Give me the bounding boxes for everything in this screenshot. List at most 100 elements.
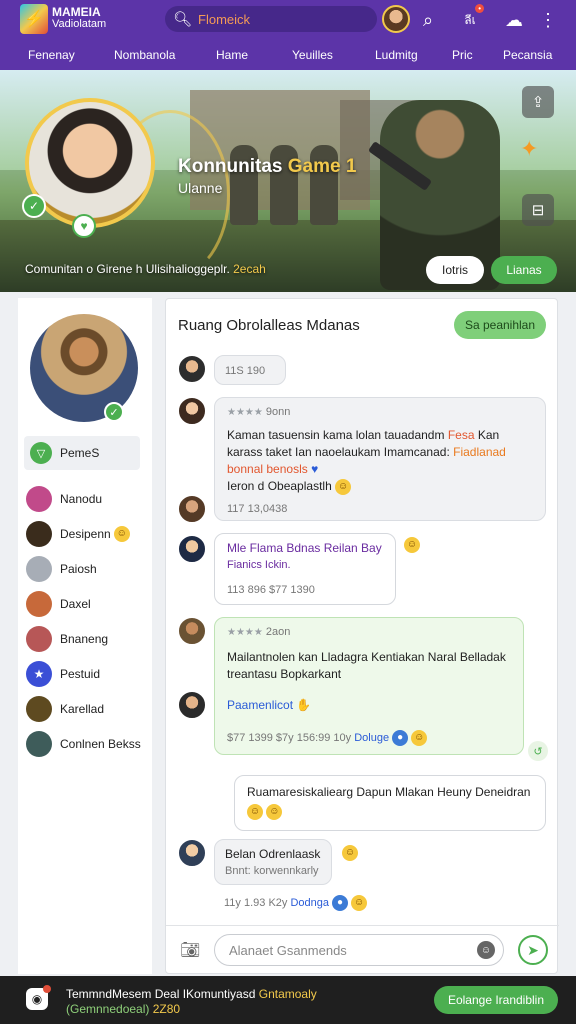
message-time: 9onn [265,406,291,418]
sidebar-member-item[interactable]: Desipenn ☺ [26,521,130,547]
member-avatar [26,731,52,757]
camera-icon[interactable]: 📷︎ [180,940,202,960]
bookmark-icon[interactable]: ⊟ [522,194,554,226]
message-meta: 11S 190 [225,365,266,377]
alert-dot [43,985,51,993]
sidebar-member-item[interactable]: Bnaneng [26,626,108,652]
globe-emoji-icon: ● [332,895,349,911]
member-avatar [26,626,52,652]
nav-item[interactable]: Pecansia [503,48,552,62]
chat-title: Ruang Obrolalleas Mdanas [178,317,360,334]
search-text: Flomeick [198,11,251,27]
rating-stars: ★★★★ [227,627,263,638]
message-link[interactable]: Paamenlicot [227,698,293,712]
fire-icon: ✦ [520,136,539,161]
bottom-promo-bar: ◉ TemmndMesem Deal IKomuntiyasd Gntamoal… [0,976,576,1024]
brand-line1: MAMEIA [52,5,101,19]
member-name: Conlnen Bekss [60,737,141,751]
sidebar-member-item[interactable]: Conlnen Bekss [26,731,141,757]
sidebar-member-item[interactable]: Paiosh [26,556,97,582]
title-main: Konnunitas [178,156,283,177]
online-check-icon: ✓ [104,402,124,422]
message-text-part: Kaman tasuensin kama lolan tauadandm [227,428,445,442]
community-subtitle: Ulanne [178,180,223,196]
message-title: Mle Flama Bdnas Reilan Bay [227,541,382,555]
secondary-action-button[interactable]: Iotris [426,256,484,284]
message-input[interactable]: Alanaet Gsanmends ☺ [214,934,504,966]
search-input[interactable]: 🔍︎ Flomeick [165,6,377,32]
react-icon[interactable]: ↺ [528,741,548,761]
nav-item[interactable]: Pric [452,48,473,62]
member-avatar [26,591,52,617]
desc-main: Comunitan o Girene h Ulisihalioggeplr. [25,262,230,276]
notification-icon[interactable]: ลีเ • [456,4,484,34]
message-meta: 113 896 $77 1390 [227,584,315,596]
chat-filter-button[interactable]: Sa peanihlan [454,311,546,339]
heart-icon: ♥ [72,214,96,238]
nav-item[interactable]: Ludmitg [375,48,418,62]
emoji-picker-icon[interactable]: ☺ [477,941,495,959]
message-bubble: ★★★★ 2aon Mailantnolen kan Lladagra Kent… [214,617,524,755]
more-menu-icon[interactable]: ⋮ [534,6,562,34]
smiley-emoji-icon: ☺ [342,845,358,861]
sidebar-member-item[interactable]: ★ Pestuid [26,661,100,687]
app-logo-icon[interactable]: ⚡ [20,4,48,34]
nav-item[interactable]: Nombanola [114,48,175,62]
message-bubble: 11S 190 [214,355,286,385]
desc-highlight: 2ecah [233,262,266,276]
message-bubble: Ruamaresiskaliearg Dapun Mlakan Heuny De… [234,775,546,831]
notification-badge: • [475,4,484,13]
message-text: Ruamaresiskaliearg Dapun Mlakan Heuny De… [247,785,531,799]
message-tag[interactable]: Doluge [354,732,389,744]
smiley-emoji-icon: ☺ [411,730,428,747]
send-button[interactable]: ➤ [518,935,548,965]
shield-icon: ▽ [30,442,52,464]
smiley-emoji-icon: ☺ [113,526,130,542]
heart-icon: ♥ [311,462,319,476]
message-highlight: bonnal benosls [227,462,308,476]
promo-action-button[interactable]: Eolange Irandiblin [434,986,558,1014]
member-avatar [26,696,52,722]
member-name: Karellad [60,702,105,716]
message-bubble: ★★★★ 9onn Kaman tasuensin kama lolan tau… [214,397,546,521]
user-avatar[interactable] [382,5,410,33]
title-highlight: Game 1 [287,156,357,177]
chat-bubble-icon[interactable]: ☁ [500,6,528,34]
message-text: Mailantnolen kan Lladagra Kentiakan Nara… [227,650,506,664]
message-text: Kaman tasuensin kama lolan tauadandm Fes… [227,427,533,495]
composer: 📷︎ Alanaet Gsanmends ☺ ➤ [166,925,559,975]
message-avatar[interactable] [178,495,206,523]
community-title: Konnunitas Game 1 [178,156,356,178]
top-bar: ⚡ MAMEIA Vadiolatam 🔍︎ Flomeick ⌕ ลีเ • … [0,0,576,40]
app-icon[interactable]: ◉ [26,985,51,1010]
message-avatar[interactable] [178,397,206,425]
message-text-part: Ieron d Obeaplastlh [227,479,332,493]
message-avatar[interactable] [178,355,206,383]
join-button[interactable]: Lianas [491,256,557,284]
message-text-part: karass taket Ian naoelaukam Imamcanad: [227,445,450,459]
member-name: Bnaneng [60,632,109,646]
main-nav: Fenenay Nombanola Hame Yeuilles Ludmitg … [0,40,576,70]
sidebar-member-item[interactable]: Nanodu [26,486,102,512]
message-avatar[interactable] [178,691,206,719]
nav-item[interactable]: Yeuilles [292,48,333,62]
message-avatar[interactable] [178,535,206,563]
emoji-row: ☺ ☺ [247,803,533,820]
share-icon[interactable]: ⇪ [522,86,554,118]
message-tag[interactable]: Dodnga [290,897,329,909]
nav-item[interactable]: Fenenay [28,48,75,62]
sidebar-member-item[interactable]: Karellad [26,696,104,722]
nav-item[interactable]: Hame [216,48,248,62]
member-avatar: ★ [26,661,52,687]
search-icon[interactable]: ⌕ [414,6,442,34]
message-avatar[interactable] [178,617,206,645]
promo-line1: TemmndMesem Deal IKomuntiyasd [66,987,256,1001]
sidebar-member-item[interactable]: Daxel [26,591,91,617]
search-icon: 🔍︎ [173,11,193,28]
message-subtitle: Bnnt: korwennkarly [225,865,319,877]
message-avatar[interactable] [178,839,206,867]
sidebar-item-active[interactable]: ▽ PemeS [24,436,140,470]
message-highlight: Fiadlanad [453,445,506,459]
brand-line2: Vadiolatam [52,18,107,30]
member-avatar [26,486,52,512]
